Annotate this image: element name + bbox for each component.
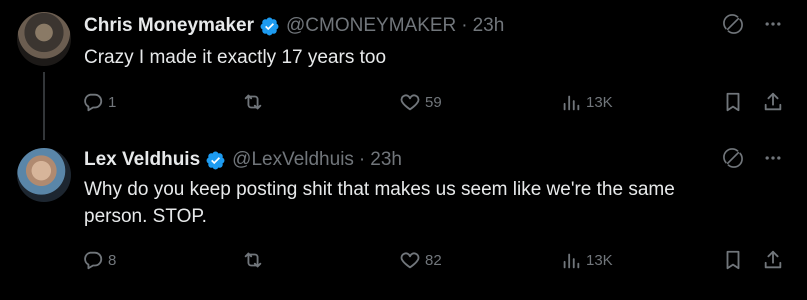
thread-connector-line [43,72,45,140]
tweet-text: Crazy I made it exactly 17 years too [84,47,387,68]
tweet-top-actions [723,148,783,173]
grok-icon[interactable] [723,14,743,39]
retweet-icon [242,249,264,271]
view-count: 13K [586,251,613,269]
grok-icon[interactable] [723,148,743,173]
tweet-header: Chris Moneymaker @CMONEYMAKER · 23h [84,13,504,39]
views-button[interactable]: 13K [560,90,613,114]
views-icon [560,249,582,271]
reply-icon [82,91,104,113]
views-button[interactable]: 13K [560,248,613,272]
view-count: 13K [586,93,613,111]
author-handle[interactable]: @LexVeldhuis [232,149,354,171]
reply-button[interactable]: 1 [82,90,116,114]
retweet-button[interactable] [242,248,268,272]
tweet-top-actions [723,14,783,39]
tweet-actions: 8 82 13K [82,248,787,272]
timestamp[interactable]: 23h [473,15,505,37]
tweet-text: Why do you keep posting shit that makes … [84,179,675,227]
author-name[interactable]: Lex Veldhuis [84,149,200,171]
share-icon [762,91,784,113]
reply-button[interactable]: 8 [82,248,116,272]
like-button[interactable]: 82 [399,248,442,272]
like-button[interactable]: 59 [399,90,442,114]
like-count: 59 [425,93,442,111]
timestamp[interactable]: 23h [370,149,402,171]
bookmark-button[interactable] [722,248,744,272]
tweet-header: Lex Veldhuis @LexVeldhuis · 23h [84,147,402,173]
separator: · [461,15,468,36]
reply-icon [82,249,104,271]
verified-badge-icon [205,150,226,171]
bookmark-button[interactable] [722,90,744,114]
avatar[interactable] [17,12,71,66]
share-button[interactable] [762,248,784,272]
share-button[interactable] [762,90,784,114]
reply-count: 1 [108,93,117,111]
views-icon [560,91,582,113]
reply-count: 8 [108,251,117,269]
like-icon [399,249,421,271]
bookmark-icon [722,249,744,271]
avatar[interactable] [17,148,71,202]
more-icon[interactable] [763,14,783,39]
author-name[interactable]: Chris Moneymaker [84,15,254,37]
bookmark-icon [722,91,744,113]
retweet-icon [242,91,264,113]
tweet-actions: 1 59 13K [82,90,787,114]
like-icon [399,91,421,113]
verified-badge-icon [259,16,280,37]
more-icon[interactable] [763,148,783,173]
author-handle[interactable]: @CMONEYMAKER [286,15,456,37]
like-count: 82 [425,251,442,269]
share-icon [762,249,784,271]
retweet-button[interactable] [242,90,268,114]
separator: · [358,149,366,170]
